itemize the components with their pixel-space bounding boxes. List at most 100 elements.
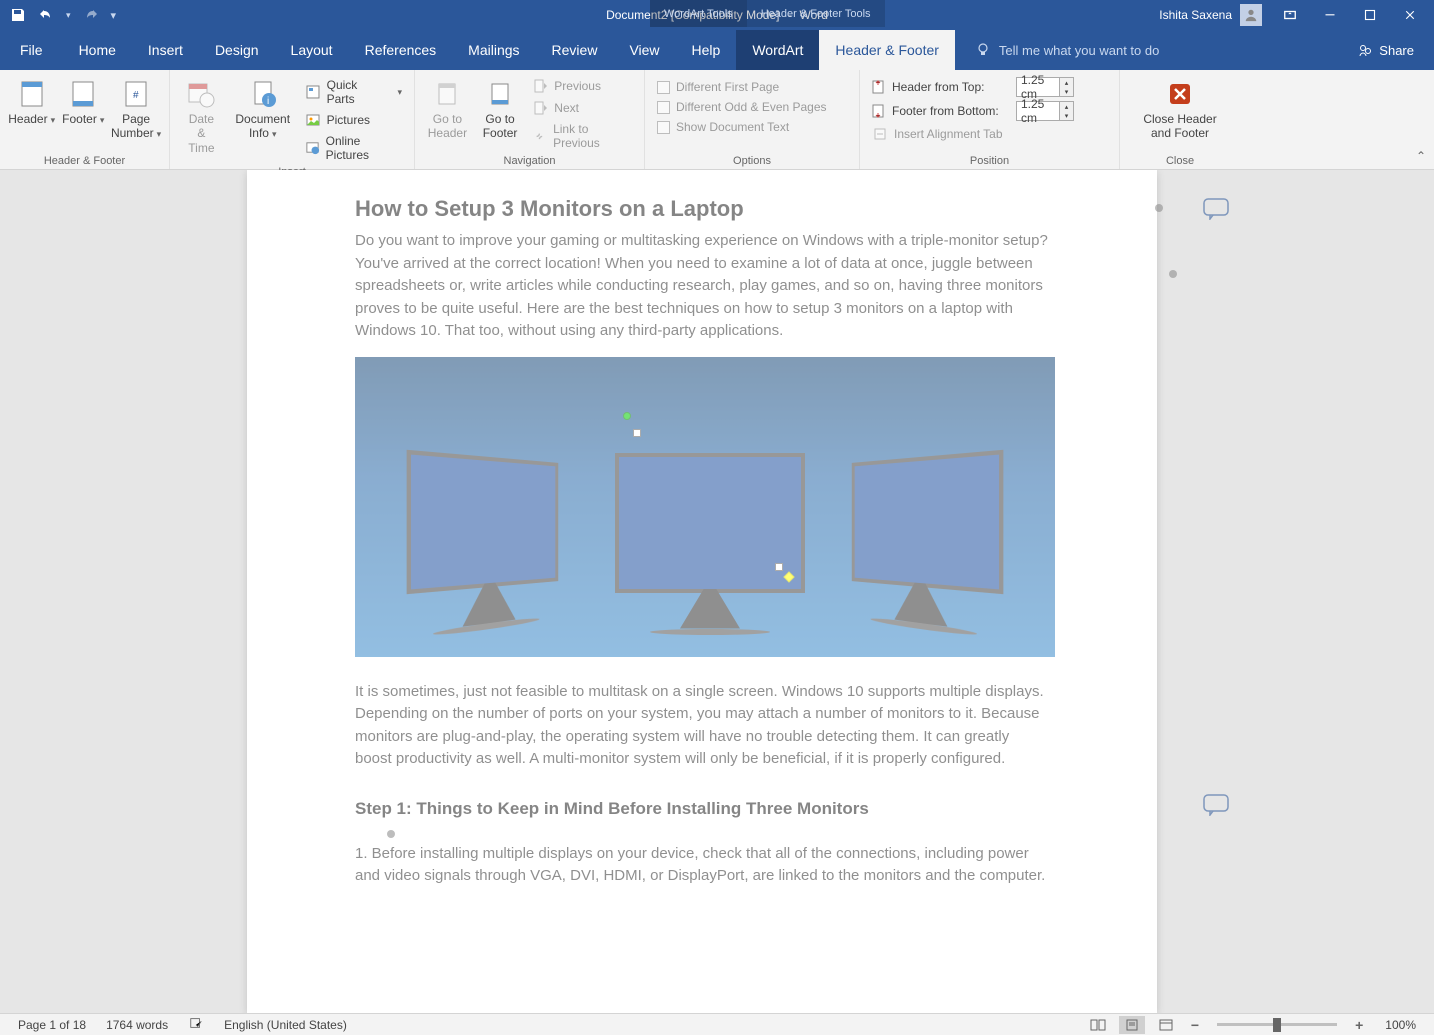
rotation-handle-icon[interactable] xyxy=(623,412,631,420)
doc-heading: How to Setup 3 Monitors on a Laptop xyxy=(355,196,1049,222)
quick-parts-button[interactable]: Quick Parts▾ xyxy=(299,76,408,108)
undo-icon[interactable] xyxy=(38,7,54,23)
quick-parts-icon xyxy=(305,84,321,100)
minimize-icon[interactable] xyxy=(1318,3,1342,27)
page: How to Setup 3 Monitors on a Laptop Do y… xyxy=(247,170,1157,1013)
link-to-previous-button: Link to Previous xyxy=(526,120,638,152)
group-label-hf: Header & Footer xyxy=(6,153,163,167)
lightbulb-icon xyxy=(975,42,991,58)
footer-icon xyxy=(67,78,99,110)
different-first-page-checkbox: Different First Page xyxy=(651,78,833,96)
document-area[interactable]: How to Setup 3 Monitors on a Laptop Do y… xyxy=(0,170,1434,1013)
comment-icon[interactable] xyxy=(1203,794,1229,816)
pictures-icon xyxy=(305,112,321,128)
user-account[interactable]: Ishita Saxena xyxy=(1159,4,1262,26)
word-count[interactable]: 1764 words xyxy=(96,1018,178,1032)
document-info-button[interactable]: i Document Info▾ xyxy=(229,74,297,143)
ribbon-tabs: File Home Insert Design Layout Reference… xyxy=(0,30,1434,70)
close-header-footer-button[interactable]: Close Header and Footer xyxy=(1135,74,1224,143)
tab-help[interactable]: Help xyxy=(676,30,737,70)
header-from-top-label: Header from Top: xyxy=(892,80,1010,94)
comment-anchor-icon xyxy=(387,830,395,838)
tab-references[interactable]: References xyxy=(349,30,453,70)
header-icon xyxy=(16,78,48,110)
group-label-position: Position xyxy=(866,153,1113,167)
group-label-options: Options xyxy=(651,153,853,167)
collapse-ribbon-icon[interactable]: ⌃ xyxy=(1416,149,1426,163)
footer-from-bottom-input[interactable]: 1.25 cm ▴▾ xyxy=(1016,101,1074,121)
print-layout-icon[interactable] xyxy=(1119,1016,1145,1034)
comment-anchor-icon xyxy=(1155,204,1163,212)
context-tab-wordart: WordArt Tools xyxy=(650,0,747,27)
header-from-top-icon xyxy=(870,79,886,95)
previous-button: Previous xyxy=(526,76,638,96)
zoom-slider[interactable] xyxy=(1217,1023,1337,1026)
web-layout-icon[interactable] xyxy=(1153,1016,1179,1034)
doc-paragraph: 1. Before installing multiple displays o… xyxy=(355,843,1049,888)
tab-review[interactable]: Review xyxy=(536,30,614,70)
svg-text:i: i xyxy=(267,96,269,107)
doc-paragraph: It is sometimes, just not feasible to mu… xyxy=(355,681,1049,771)
zoom-out-button[interactable]: − xyxy=(1187,1017,1203,1033)
online-pictures-button[interactable]: Online Pictures xyxy=(299,132,408,164)
footer-button[interactable]: Footer▾ xyxy=(59,74,107,128)
previous-icon xyxy=(532,78,548,94)
svg-text:#: # xyxy=(133,90,139,101)
page-number-icon: # xyxy=(120,78,152,110)
selection-handle-icon[interactable] xyxy=(775,563,783,571)
read-mode-icon[interactable] xyxy=(1085,1016,1111,1034)
document-info-icon: i xyxy=(247,78,279,110)
spinner-up[interactable]: ▴ xyxy=(1060,78,1073,87)
share-button[interactable]: Share xyxy=(1357,42,1434,58)
zoom-level[interactable]: 100% xyxy=(1375,1018,1426,1032)
tab-wordart[interactable]: WordArt xyxy=(736,30,819,70)
next-button: Next xyxy=(526,98,638,118)
doc-paragraph: Do you want to improve your gaming or mu… xyxy=(355,230,1049,343)
header-from-top-input[interactable]: 1.25 cm ▴▾ xyxy=(1016,77,1074,97)
date-time-icon xyxy=(185,78,217,110)
tab-layout[interactable]: Layout xyxy=(275,30,349,70)
goto-header-icon xyxy=(431,78,463,110)
tell-me-search[interactable]: Tell me what you want to do xyxy=(975,42,1159,58)
goto-footer-button[interactable]: Go to Footer xyxy=(476,74,524,143)
tab-insert[interactable]: Insert xyxy=(132,30,199,70)
spinner-down[interactable]: ▾ xyxy=(1060,87,1073,96)
spinner-up[interactable]: ▴ xyxy=(1060,102,1073,111)
pictures-button[interactable]: Pictures xyxy=(299,110,408,130)
undo-dropdown[interactable]: ▾ xyxy=(66,10,71,21)
maximize-icon[interactable] xyxy=(1358,3,1382,27)
save-icon[interactable] xyxy=(10,7,26,23)
page-number-button[interactable]: # Page Number▾ xyxy=(109,74,163,143)
goto-footer-icon xyxy=(484,78,516,110)
spelling-icon[interactable] xyxy=(178,1016,214,1033)
redo-icon[interactable] xyxy=(83,7,99,23)
user-name: Ishita Saxena xyxy=(1159,8,1232,22)
tab-home[interactable]: Home xyxy=(63,30,132,70)
comment-icon[interactable] xyxy=(1203,198,1229,220)
page-count[interactable]: Page 1 of 18 xyxy=(8,1018,96,1032)
qat-customize[interactable]: ▾ xyxy=(111,9,117,22)
close-icon[interactable] xyxy=(1398,3,1422,27)
group-label-nav: Navigation xyxy=(421,153,638,167)
status-bar: Page 1 of 18 1764 words English (United … xyxy=(0,1013,1434,1035)
share-icon xyxy=(1357,42,1373,58)
selection-handle-icon[interactable] xyxy=(633,429,641,437)
group-label-close: Close xyxy=(1126,153,1234,167)
tab-design[interactable]: Design xyxy=(199,30,275,70)
goto-header-button: Go to Header xyxy=(421,74,474,143)
insert-alignment-tab-button: Insert Alignment Tab xyxy=(866,124,1113,144)
header-button[interactable]: Header▾ xyxy=(6,74,57,128)
zoom-in-button[interactable]: + xyxy=(1351,1017,1367,1033)
language-status[interactable]: English (United States) xyxy=(214,1018,357,1032)
show-document-text-checkbox: Show Document Text xyxy=(651,118,833,136)
tab-file[interactable]: File xyxy=(0,30,63,70)
date-time-button: Date & Time xyxy=(176,74,227,157)
ribbon-display-icon[interactable] xyxy=(1278,3,1302,27)
spinner-down[interactable]: ▾ xyxy=(1060,111,1073,120)
tab-mailings[interactable]: Mailings xyxy=(452,30,535,70)
document-image[interactable] xyxy=(355,357,1055,657)
comment-anchor-icon xyxy=(1169,270,1177,278)
alignment-tab-icon xyxy=(872,126,888,142)
tab-header-footer[interactable]: Header & Footer xyxy=(819,30,955,70)
tab-view[interactable]: View xyxy=(613,30,675,70)
